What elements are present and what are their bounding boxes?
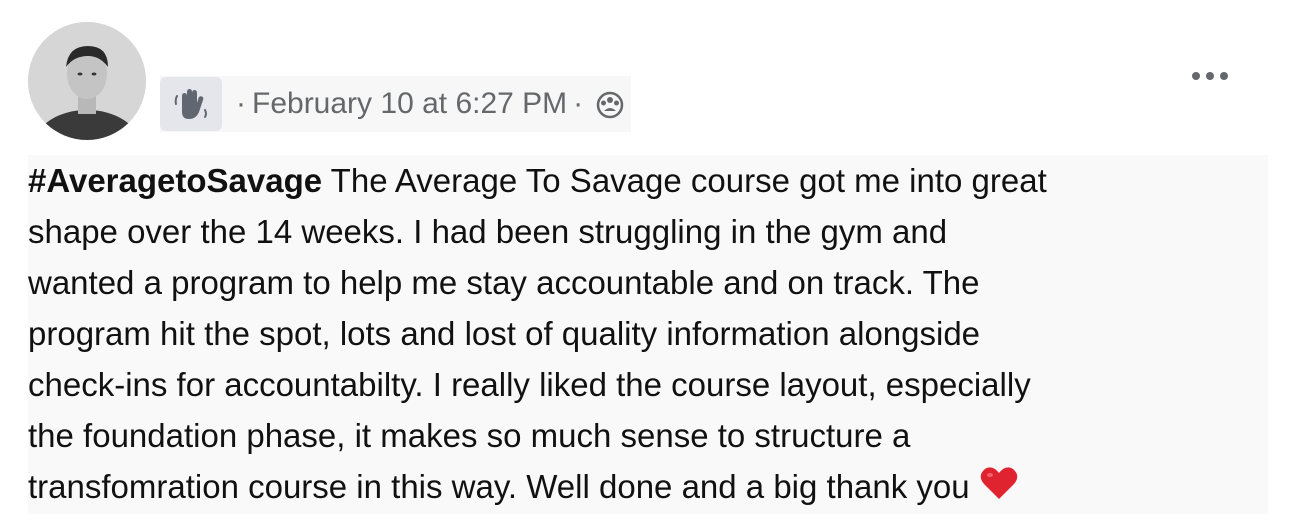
avatar[interactable] [28, 22, 146, 140]
post-timestamp[interactable]: February 10 at 6:27 PM [252, 89, 567, 119]
more-dot [1206, 72, 1214, 80]
post-body: #AveragetoSavage The Average To Savage c… [28, 155, 1268, 514]
hashtag-link[interactable]: #AveragetoSavage [28, 162, 322, 199]
meta-separator: · [573, 87, 584, 120]
waving-hand-icon[interactable] [160, 77, 222, 131]
post-line: #AveragetoSavage The Average To Savage c… [28, 162, 1047, 199]
post-line: program hit the spot, lots and lost of q… [28, 315, 981, 352]
post-meta: · February 10 at 6:27 PM · [160, 76, 632, 132]
more-options-icon[interactable] [1182, 62, 1238, 90]
post-line: the foundation phase, it makes so much s… [28, 417, 911, 454]
post-line: wanted a program to help me stay account… [28, 264, 980, 301]
post-line: transfomration course in this way. Well … [28, 461, 1260, 514]
more-dot [1220, 72, 1228, 80]
meta-separator: · [236, 87, 246, 120]
post-line: check-ins for accountabilty. I really li… [28, 366, 1031, 403]
post-line: shape over the 14 weeks. I had been stru… [28, 213, 948, 250]
post-card: · February 10 at 6:27 PM · #AveragetoSav… [0, 0, 1296, 520]
heart-emoji [980, 463, 1018, 514]
more-dot [1192, 72, 1200, 80]
group-icon[interactable] [595, 89, 625, 119]
